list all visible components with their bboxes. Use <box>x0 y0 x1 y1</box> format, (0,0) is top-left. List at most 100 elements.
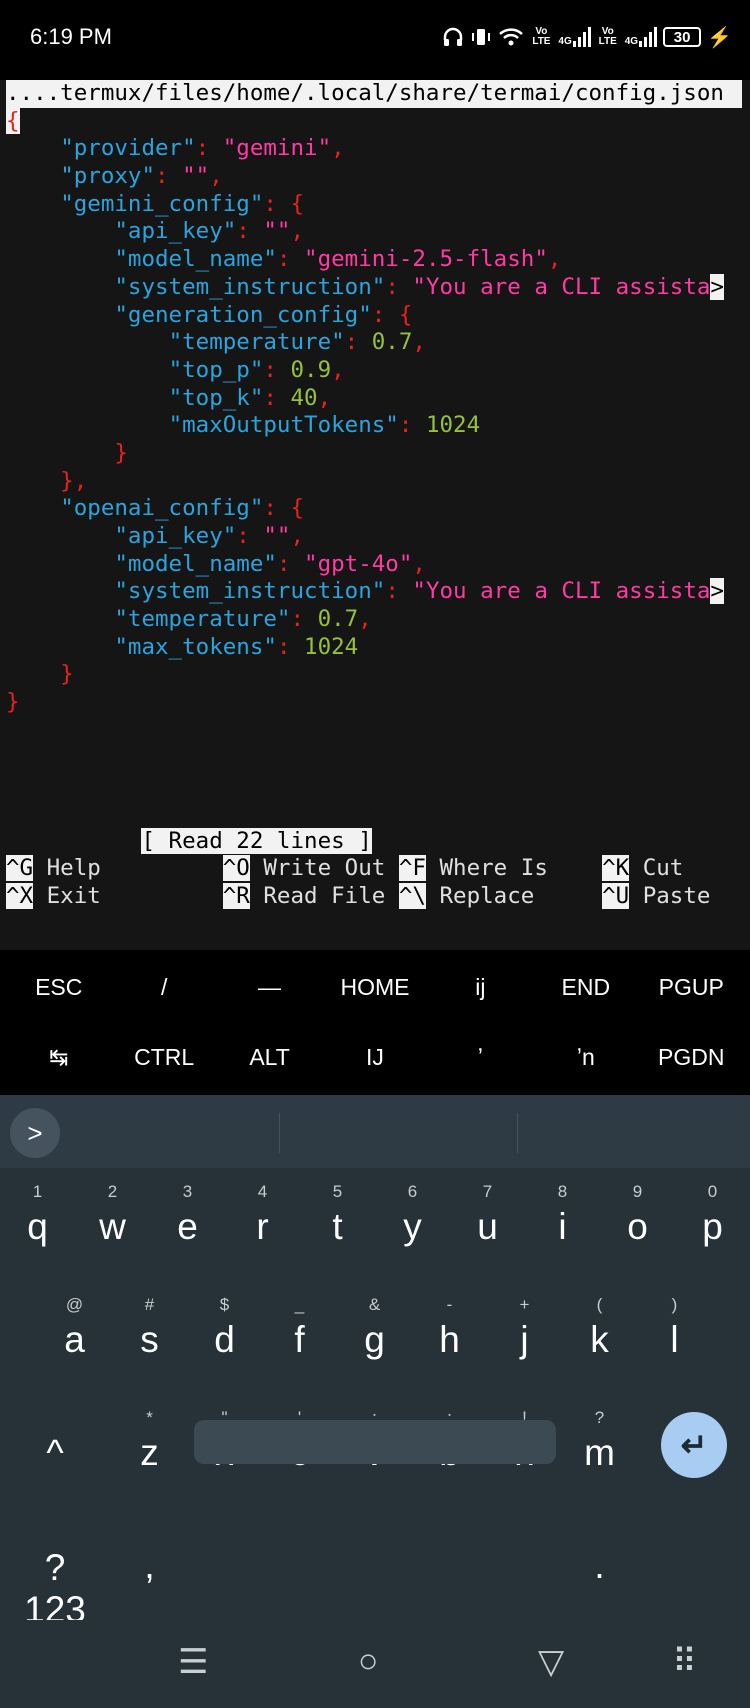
json-value: 40 <box>290 384 318 411</box>
line-continues-marker: > <box>710 273 724 300</box>
volte-label-2: Vo LTE <box>598 26 617 47</box>
key-e[interactable]: 3e <box>150 1168 225 1281</box>
shift-key[interactable]: ^ <box>15 1394 95 1507</box>
shortcut-label: Help <box>46 855 101 882</box>
menu-icon[interactable]: ☰ <box>178 1642 208 1682</box>
shortcut-key[interactable]: ^X <box>6 882 34 909</box>
key-u[interactable]: 7u <box>450 1168 525 1281</box>
key-p[interactable]: 0p <box>675 1168 750 1281</box>
signal-2-icon: 4G <box>625 27 658 47</box>
signal-1-icon: 4G <box>558 27 591 47</box>
suggestion-strip: > <box>0 1095 750 1168</box>
status-bar: 6:19 PM Vo LTE 4G Vo LTE 4G 30 ⚡ <box>0 0 750 78</box>
ij-capital-key[interactable]: IJ <box>322 1022 427 1092</box>
cursor-brace: { <box>6 107 20 134</box>
end-key[interactable]: END <box>533 952 638 1022</box>
esc-key[interactable]: ESC <box>6 952 111 1022</box>
comma-key[interactable]: , <box>112 1507 187 1620</box>
json-key: "openai_config" <box>60 495 264 522</box>
pgdn-key[interactable]: PGDN <box>639 1022 744 1092</box>
extra-keys-row-1: ESC / — HOME ij END PGUP <box>6 952 744 1022</box>
ij-key[interactable]: ij <box>428 952 533 1022</box>
json-key: "proxy" <box>60 163 156 190</box>
status-time: 6:19 PM <box>30 24 112 49</box>
space-bar[interactable] <box>194 1420 556 1464</box>
json-value: "" <box>263 523 291 549</box>
json-value: 1024 <box>425 412 481 439</box>
key-i[interactable]: 8i <box>525 1168 600 1281</box>
json-key: "temperature" <box>168 329 345 356</box>
json-value: 0.7 <box>317 606 359 633</box>
json-value: "You are a CLI assista <box>412 273 711 300</box>
json-key: "api_key" <box>114 218 237 245</box>
key-s[interactable]: # s <box>112 1281 187 1394</box>
shortcut-key[interactable]: ^K <box>602 855 630 882</box>
key-w[interactable]: 2w <box>75 1168 150 1281</box>
json-key: "max_tokens" <box>114 633 277 660</box>
json-value: "" <box>263 218 291 245</box>
expand-toolbar-button[interactable]: > <box>10 1108 60 1158</box>
key-z[interactable]: * z <box>112 1394 187 1507</box>
key-t[interactable]: 5t <box>300 1168 375 1281</box>
key-k[interactable]: (k <box>562 1281 637 1394</box>
slash-key[interactable]: / <box>111 952 216 1022</box>
json-key: "system_instruction" <box>114 578 386 605</box>
json-key: "gemini_config" <box>60 190 264 217</box>
key-a[interactable]: @ a <box>37 1281 112 1394</box>
json-key: "temperature" <box>114 606 291 633</box>
terminal-view[interactable]: ....termux/files/home/.local/share/terma… <box>0 80 750 950</box>
shortcut-label: Cut <box>642 855 684 882</box>
json-key: "top_k" <box>168 384 264 411</box>
key-o[interactable]: 9o <box>600 1168 675 1281</box>
shift-icon: ^ <box>46 1432 64 1473</box>
key-y[interactable]: 6y <box>375 1168 450 1281</box>
symbols-key[interactable]: ?123 <box>15 1507 95 1630</box>
enter-key[interactable]: ↵ <box>661 1412 727 1478</box>
json-key: "api_key" <box>114 523 237 549</box>
shortcut-key[interactable]: ^\ <box>398 882 426 909</box>
ctrl-key[interactable]: CTRL <box>111 1022 216 1092</box>
network-type-1: 4G <box>558 36 572 47</box>
key-row-1: 1q 2w 3e 4r 5t 6y 7u 8i 9o 0p <box>0 1168 750 1281</box>
json-value: 1024 <box>304 633 359 660</box>
key-d[interactable]: $ d <box>187 1281 262 1394</box>
apostrophe-n-key[interactable]: ʼn <box>533 1022 638 1092</box>
apostrophe-key[interactable]: ʼ <box>428 1022 533 1092</box>
key-j[interactable]: + j <box>487 1281 562 1394</box>
key-m[interactable]: ? m <box>562 1394 637 1507</box>
shortcut-key[interactable]: ^R <box>222 882 250 909</box>
key-l[interactable]: ) l <box>637 1281 712 1394</box>
keyboard-switch-icon[interactable]: ⠿ <box>672 1642 697 1682</box>
key-row-4: ?123 , . <box>0 1507 750 1630</box>
nano-editor[interactable]: ....termux/files/home/.local/share/terma… <box>6 80 742 911</box>
shortcut-label: Where Is <box>439 855 548 882</box>
period-key[interactable]: . <box>562 1507 637 1620</box>
key-r[interactable]: 4r <box>225 1168 300 1281</box>
shortcut-key[interactable]: ^F <box>398 855 426 882</box>
key-g[interactable]: & g <box>337 1281 412 1394</box>
key-q[interactable]: 1q <box>0 1168 75 1281</box>
status-icons: Vo LTE 4G Vo LTE 4G 30 ⚡ <box>442 20 732 54</box>
shortcut-label: Replace <box>439 882 535 909</box>
extra-keys-row-2: ↹ CTRL ALT IJ ʼ ʼn PGDN <box>6 1022 744 1092</box>
shortcut-key[interactable]: ^G <box>6 855 34 882</box>
headphones-icon <box>444 27 463 46</box>
battery-level: 30 <box>673 28 691 46</box>
suggestion-divider <box>517 1113 518 1153</box>
dash-key[interactable]: — <box>217 952 322 1022</box>
shortcut-key[interactable]: ^O <box>222 855 250 882</box>
shortcut-label: Exit <box>46 882 101 909</box>
json-key: "model_name" <box>114 550 277 577</box>
key-h[interactable]: -h <box>412 1281 487 1394</box>
home-key[interactable]: HOME <box>322 952 427 1022</box>
shortcut-key[interactable]: ^U <box>602 882 630 909</box>
home-icon[interactable]: ○ <box>358 1642 379 1681</box>
pgup-key[interactable]: PGUP <box>639 952 744 1022</box>
json-key: "system_instruction" <box>114 273 386 300</box>
key-f[interactable]: _ f <box>262 1281 337 1394</box>
shortcut-label: Write Out <box>263 855 386 882</box>
tab-key[interactable]: ↹ <box>6 1022 111 1092</box>
back-icon[interactable]: ▽ <box>538 1642 564 1682</box>
json-key: "top_p" <box>168 356 264 383</box>
alt-key[interactable]: ALT <box>217 1022 322 1092</box>
